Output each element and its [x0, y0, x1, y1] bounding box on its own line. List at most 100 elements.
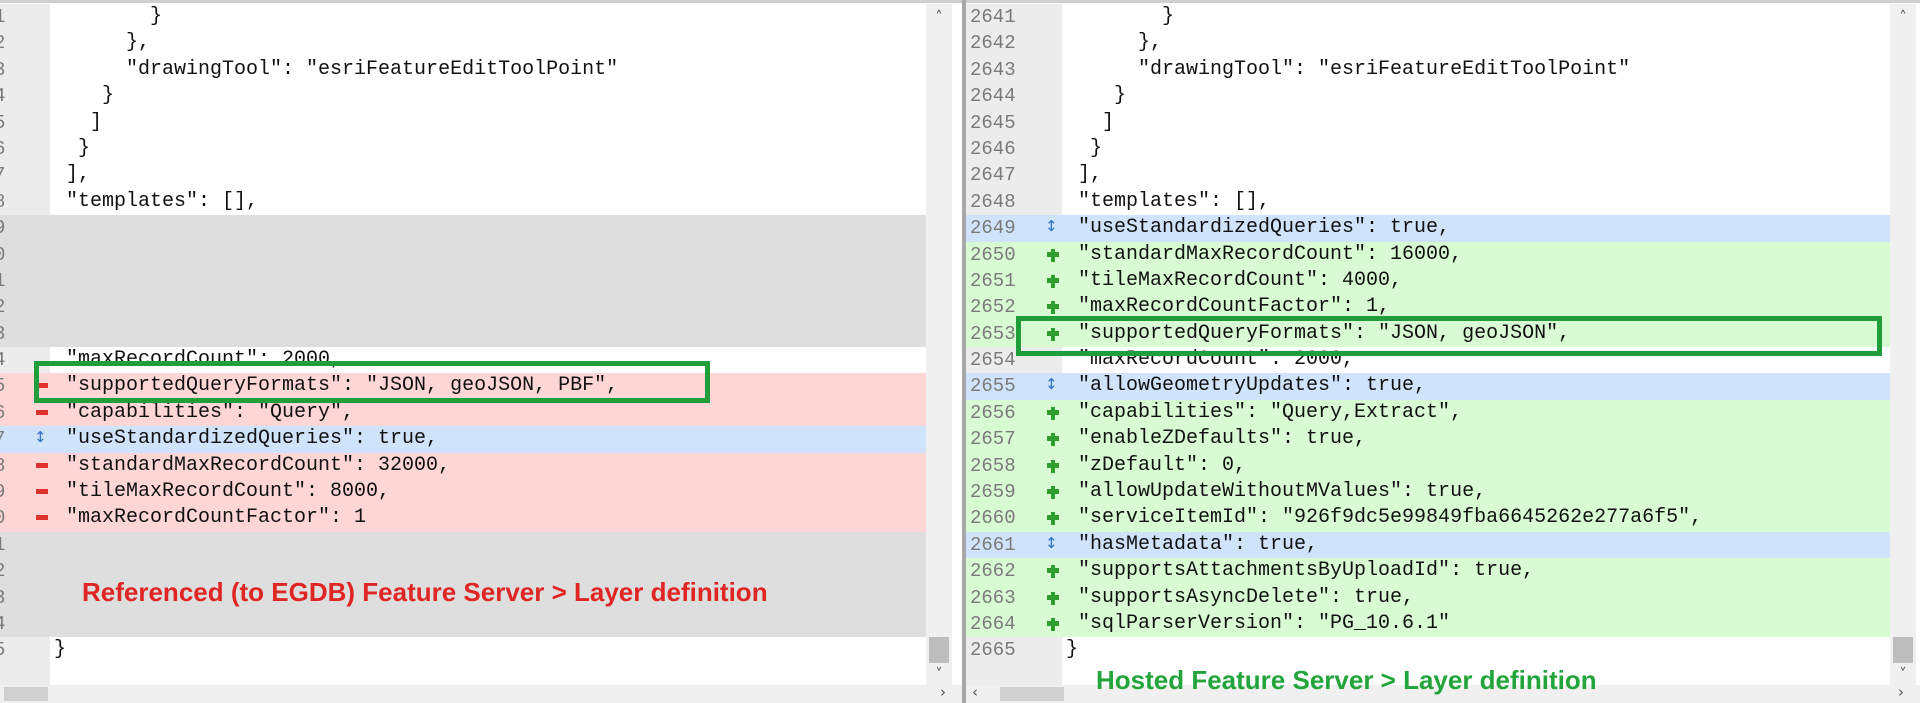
left-horizontal-scrollbar[interactable]: › — [0, 683, 962, 703]
diff-line: 5} — [0, 637, 926, 663]
diff-line: 1 — [0, 531, 926, 559]
code-text: "capabilities": "Query,Extract", — [1066, 400, 1463, 424]
chevron-right-icon[interactable]: › — [940, 683, 946, 701]
left-pane-caption: Referenced (to EGDB) Feature Server > La… — [82, 577, 768, 607]
code-text: "enableZDefaults": true, — [1066, 427, 1367, 451]
line-number: 2665 — [970, 639, 1016, 662]
left-scroll-thumb[interactable] — [929, 637, 949, 663]
minus-icon — [36, 489, 48, 495]
code-text: "sqlParserVersion": "PG_10.6.1" — [1066, 611, 1451, 635]
code-text: } — [1066, 84, 1127, 108]
line-number: 2643 — [970, 58, 1016, 81]
diff-line: 8 "templates": [], — [0, 189, 926, 215]
line-number: 2645 — [970, 111, 1016, 134]
diff-line: 5 ] — [0, 110, 926, 136]
line-number: 3 — [0, 585, 5, 611]
line-number: 5 — [0, 110, 5, 136]
line-number: 2 — [0, 294, 5, 320]
line-number: 6 — [0, 400, 5, 426]
diff-line: 1 } — [0, 4, 926, 30]
diff-line: 2660 "serviceItemId": "926f9dc5e99849fba… — [966, 505, 1890, 532]
diff-line: 2663 "supportsAsyncDelete": true, — [966, 584, 1890, 611]
line-number: 2662 — [970, 560, 1016, 583]
code-text: "drawingTool": "esriFeatureEditToolPoint… — [1066, 57, 1631, 81]
line-number: 3 — [0, 321, 5, 347]
line-number: 7 — [0, 426, 5, 452]
right-pane-top-strip — [966, 0, 1920, 3]
code-text: "standardMaxRecordCount": 32000, — [54, 453, 451, 477]
plus-icon — [1047, 301, 1059, 315]
right-vertical-scrollbar[interactable]: ˄ ˅ — [1890, 4, 1916, 685]
right-scroll-thumb[interactable] — [1893, 637, 1913, 663]
chevron-right-icon[interactable]: › — [1898, 683, 1904, 701]
chevron-down-icon[interactable]: ˅ — [926, 665, 952, 683]
line-number: 1 — [0, 532, 5, 558]
code-text: ] — [1066, 110, 1115, 134]
line-number: 2652 — [970, 296, 1016, 319]
diff-line: 2642 }, — [966, 30, 1890, 56]
code-text: "drawingTool": "esriFeatureEditToolPoint… — [54, 57, 619, 81]
code-text: }, — [54, 31, 151, 55]
diff-line: 0 — [0, 241, 926, 268]
line-number: 4 — [0, 611, 5, 637]
diff-line: 2649 "useStandardizedQueries": true, — [966, 213, 1890, 242]
line-number: 2655 — [970, 375, 1016, 398]
code-text: "useStandardizedQueries": true, — [1066, 216, 1451, 240]
plus-icon — [1047, 591, 1059, 605]
diff-line: 2647 ], — [966, 162, 1890, 188]
line-number: 4 — [0, 347, 5, 373]
line-number: 2654 — [970, 349, 1016, 372]
diff-line: 3 — [0, 320, 926, 348]
diff-line: 2661 "hasMetadata": true, — [966, 530, 1890, 559]
plus-icon — [1047, 486, 1059, 500]
line-number: 2657 — [970, 428, 1016, 451]
code-text: "templates": [], — [54, 189, 259, 213]
line-number: 2641 — [970, 6, 1016, 28]
code-text: } — [54, 136, 91, 160]
right-pane-caption: Hosted Feature Server > Layer definition — [1096, 665, 1597, 695]
diff-line: 4 } — [0, 83, 926, 109]
plus-icon — [1047, 274, 1059, 288]
diff-line: 0 "maxRecordCountFactor": 1 — [0, 505, 926, 532]
right-hscroll-thumb[interactable] — [1000, 687, 1064, 701]
left-vertical-scrollbar[interactable]: ˄ ˅ — [926, 4, 952, 685]
diff-line: 4 — [0, 610, 926, 638]
left-hscroll-thumb[interactable] — [4, 687, 48, 701]
diff-line: 2659 "allowUpdateWithoutMValues": true, — [966, 479, 1890, 506]
chevron-up-icon[interactable]: ˄ — [1890, 8, 1916, 26]
chevron-left-icon[interactable]: ‹ — [972, 683, 978, 701]
plus-icon — [1047, 565, 1059, 579]
code-text: "useStandardizedQueries": true, — [54, 427, 439, 451]
diff-line: 2648 "templates": [], — [966, 189, 1890, 215]
diff-line: 9 "tileMaxRecordCount": 8000, — [0, 479, 926, 506]
line-number: 2664 — [970, 612, 1016, 635]
diff-line: 1 — [0, 267, 926, 295]
code-text: "capabilities": "Query", — [54, 400, 355, 424]
diff-line: 2651 "tileMaxRecordCount": 4000, — [966, 267, 1890, 295]
diff-line: 2658 "zDefault": 0, — [966, 452, 1890, 480]
line-number: 7 — [0, 162, 5, 188]
code-text: "tileMaxRecordCount": 8000, — [54, 480, 391, 504]
code-text: }, — [1066, 31, 1163, 55]
right-diff-pane: 2641 } 2642 }, 2643 "drawingTool": "esriFe… — [966, 0, 1920, 703]
code-text: } — [1066, 638, 1079, 662]
line-number: 5 — [0, 637, 5, 663]
chevron-down-icon[interactable]: ˅ — [1890, 665, 1916, 683]
line-number: 2647 — [970, 164, 1016, 187]
chevron-up-icon[interactable]: ˄ — [926, 8, 952, 26]
diff-line: 2 — [0, 294, 926, 321]
diff-line: 3 "drawingTool": "esriFeatureEditToolPoi… — [0, 57, 926, 83]
line-number: 2653 — [970, 322, 1016, 345]
diff-line: 2644 } — [966, 83, 1890, 109]
code-text: "standardMaxRecordCount": 16000, — [1066, 242, 1463, 266]
diff-line: 8 "standardMaxRecordCount": 32000, — [0, 452, 926, 480]
code-text: "allowUpdateWithoutMValues": true, — [1066, 480, 1487, 504]
plus-icon — [1047, 512, 1059, 526]
diff-line: 2645 ] — [966, 110, 1890, 136]
code-text: "supportsAsyncDelete": true, — [1066, 585, 1415, 609]
diff-line: 2656 "capabilities": "Query,Extract", — [966, 399, 1890, 427]
code-text: ], — [54, 163, 91, 187]
minus-icon — [36, 462, 48, 468]
line-number: 2648 — [970, 190, 1016, 213]
line-number: 2649 — [970, 217, 1016, 240]
